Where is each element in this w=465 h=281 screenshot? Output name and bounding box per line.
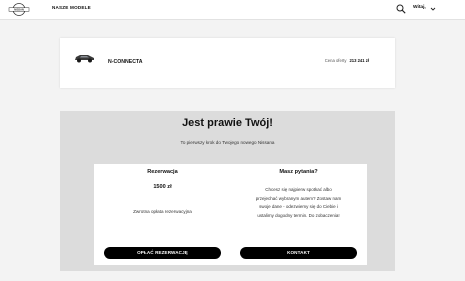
reservation-note: Zwrotna opłata rezerwacyjna <box>133 209 192 214</box>
questions-text-line: ustalimy dogodny termin. Do zobaczenia! <box>257 212 340 218</box>
search-icon[interactable] <box>396 4 406 14</box>
offer-price-value: 213 241 zł <box>349 58 369 63</box>
questions-text: Chcesz się najpierw spotkać albo przejec… <box>244 186 353 220</box>
nav-our-models[interactable]: NASZE MODELE <box>52 5 91 10</box>
chevron-down-icon[interactable] <box>430 6 436 12</box>
top-navigation-bar: NISSAN NASZE MODELE Witaj, <box>0 0 465 20</box>
user-greeting[interactable]: Witaj, <box>413 5 426 10</box>
checkout-panel: Jest prawie Twój! To pierwszy krok do Tw… <box>60 111 395 271</box>
pay-reservation-button[interactable]: OPŁAĆ REZERWACJĘ <box>104 247 221 259</box>
selected-model-card: N-CONNECTA Cena oferty 213 241 zł <box>60 38 395 88</box>
svg-text:NISSAN: NISSAN <box>14 8 24 12</box>
model-name: N-CONNECTA <box>108 59 143 65</box>
reservation-amount: 1500 zł <box>153 184 172 190</box>
questions-title: Masz pytania? <box>279 169 318 175</box>
page-subtitle: To pierwszy krok do Twojego nowego Nissa… <box>180 140 275 145</box>
nissan-logo[interactable]: NISSAN <box>8 2 30 17</box>
offer-price: Cena oferty 213 241 zł <box>325 58 369 63</box>
page-title: Jest prawie Twój! <box>182 117 273 129</box>
reservation-title: Rezerwacja <box>147 169 178 175</box>
contact-button[interactable]: KONTAKT <box>240 247 357 259</box>
questions-text-line: przejechać wybranym autem? Zostaw nam <box>255 195 342 201</box>
offer-price-label: Cena oferty <box>324 58 347 63</box>
car-icon <box>75 55 94 63</box>
reservation-card: Rezerwacja 1500 zł Zwrotna opłata rezerw… <box>94 164 231 265</box>
questions-text-line: Chcesz się najpierw spotkać albo <box>265 187 332 192</box>
questions-text-line: swoje dane - odezwiemy się do Ciebie i <box>259 204 338 210</box>
questions-card: Masz pytania? Chcesz się najpierw spotka… <box>230 164 367 265</box>
